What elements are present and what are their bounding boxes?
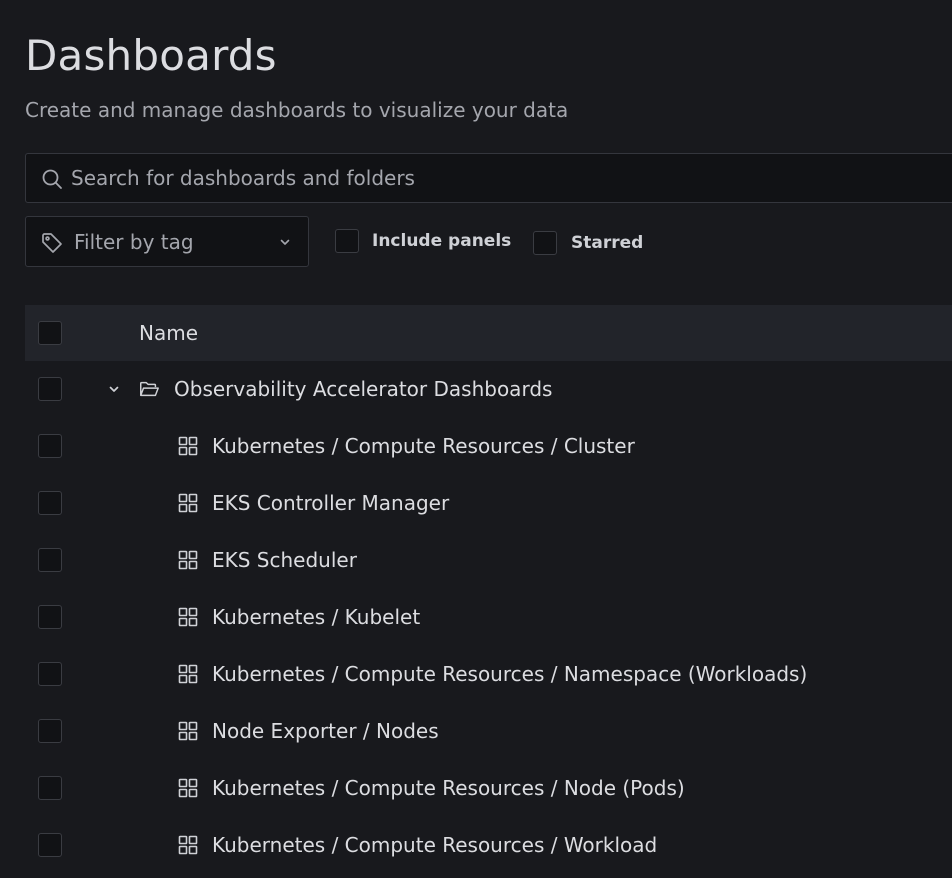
dashboard-row-checkbox[interactable]: [38, 662, 62, 686]
dashboard-row[interactable]: Kubernetes / Kubelet: [25, 589, 952, 646]
dashboard-title[interactable]: Kubernetes / Compute Resources / Namespa…: [212, 660, 807, 688]
search-icon: [42, 169, 62, 189]
folder-open-icon: [140, 381, 159, 397]
tag-filter-select[interactable]: Filter by tag: [25, 216, 309, 267]
dashboard-row-checkbox[interactable]: [38, 434, 62, 458]
dashboard-row[interactable]: EKS Controller Manager: [25, 475, 952, 532]
dashboard-row-checkbox[interactable]: [38, 491, 62, 515]
starred-checkbox[interactable]: [533, 231, 557, 255]
dashboard-title[interactable]: EKS Scheduler: [212, 546, 357, 574]
dashboard-row[interactable]: Kubernetes / Compute Resources / Workloa…: [25, 817, 952, 874]
dashboard-grid-icon: [178, 493, 198, 513]
page-title: Dashboards: [25, 31, 277, 80]
table-header: Name: [25, 305, 952, 361]
search-input[interactable]: [71, 154, 951, 202]
dashboard-row[interactable]: EKS Scheduler: [25, 532, 952, 589]
dashboard-grid-icon: [178, 835, 198, 855]
dashboard-title[interactable]: EKS Controller Manager: [212, 489, 449, 517]
dashboard-title[interactable]: Kubernetes / Compute Resources / Workloa…: [212, 831, 657, 859]
tag-filter-placeholder: Filter by tag: [74, 230, 194, 254]
chevron-down-icon: [280, 239, 290, 245]
dashboard-grid-icon: [178, 721, 198, 741]
include-panels-label: Include panels: [372, 231, 512, 251]
dashboard-row[interactable]: Kubernetes / Compute Resources / Cluster: [25, 418, 952, 475]
starred-label: Starred: [571, 233, 644, 253]
search-box[interactable]: [25, 153, 952, 203]
dashboard-grid-icon: [178, 664, 198, 684]
tag-icon: [42, 233, 62, 253]
dashboard-row[interactable]: Kubernetes / Compute Resources / Node (P…: [25, 760, 952, 817]
dashboard-row-checkbox[interactable]: [38, 605, 62, 629]
dashboard-row-checkbox[interactable]: [38, 719, 62, 743]
folder-name[interactable]: Observability Accelerator Dashboards: [174, 375, 552, 403]
dashboard-grid-icon: [178, 550, 198, 570]
dashboard-title[interactable]: Kubernetes / Compute Resources / Cluster: [212, 432, 635, 460]
dashboard-title[interactable]: Kubernetes / Kubelet: [212, 603, 420, 631]
dashboard-row-checkbox[interactable]: [38, 548, 62, 572]
select-all-checkbox[interactable]: [38, 321, 62, 345]
dashboard-grid-icon: [178, 436, 198, 456]
dashboard-title[interactable]: Kubernetes / Compute Resources / Node (P…: [212, 774, 685, 802]
dashboard-grid-icon: [178, 607, 198, 627]
dashboard-row-checkbox[interactable]: [38, 776, 62, 800]
dashboard-row[interactable]: Kubernetes / Compute Resources / Namespa…: [25, 646, 952, 703]
page-subtitle: Create and manage dashboards to visualiz…: [25, 98, 569, 122]
folder-row[interactable]: Observability Accelerator Dashboards: [25, 361, 952, 418]
dashboard-row-checkbox[interactable]: [38, 833, 62, 857]
dashboard-grid-icon: [178, 778, 198, 798]
column-header-name[interactable]: Name: [139, 319, 198, 347]
dashboard-title[interactable]: Node Exporter / Nodes: [212, 717, 439, 745]
include-panels-checkbox[interactable]: [335, 229, 359, 253]
folder-row-checkbox[interactable]: [38, 377, 62, 401]
chevron-down-icon[interactable]: [106, 381, 122, 397]
dashboard-row[interactable]: Node Exporter / Nodes: [25, 703, 952, 760]
